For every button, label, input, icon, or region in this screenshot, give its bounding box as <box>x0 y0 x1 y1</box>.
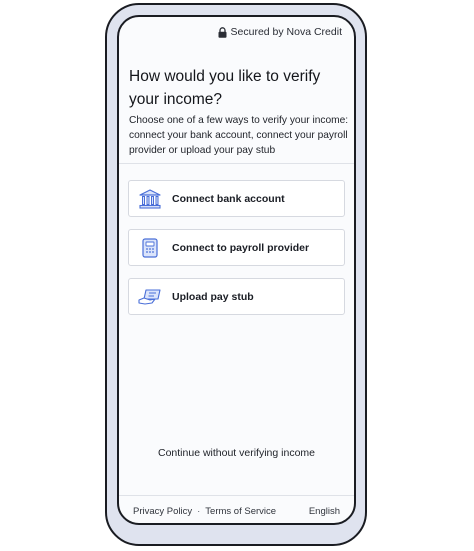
phone-screen: Secured by Nova Credit How would you lik… <box>117 15 356 525</box>
page-description: Choose one of a few ways to verify your … <box>129 115 349 156</box>
language-selector[interactable]: English <box>309 506 340 517</box>
privacy-policy-link[interactable]: Privacy Policy <box>133 506 192 517</box>
footer-separator: · <box>197 506 201 517</box>
option-label: Upload pay stub <box>172 290 254 303</box>
continue-without-verifying-link[interactable]: Continue without verifying income <box>119 447 354 459</box>
pay-stub-icon <box>138 285 162 309</box>
secured-text: Secured by Nova Credit <box>230 26 342 38</box>
lock-icon <box>218 26 227 38</box>
footer: Privacy Policy · Terms of Service Englis… <box>133 506 340 517</box>
page-title: How would you like to verify your income… <box>129 68 321 108</box>
upload-pay-stub-button[interactable]: Upload pay stub <box>128 278 345 315</box>
option-label: Connect to payroll provider <box>172 241 310 254</box>
bank-icon <box>138 187 162 211</box>
connect-payroll-provider-button[interactable]: Connect to payroll provider <box>128 229 345 266</box>
security-badge: Secured by Nova Credit <box>218 26 342 38</box>
connect-bank-account-button[interactable]: Connect bank account <box>128 180 345 217</box>
divider <box>119 163 354 164</box>
payroll-icon <box>138 236 162 260</box>
option-label: Connect bank account <box>172 192 285 205</box>
terms-of-service-link[interactable]: Terms of Service <box>205 506 276 517</box>
footer-divider <box>119 495 354 496</box>
